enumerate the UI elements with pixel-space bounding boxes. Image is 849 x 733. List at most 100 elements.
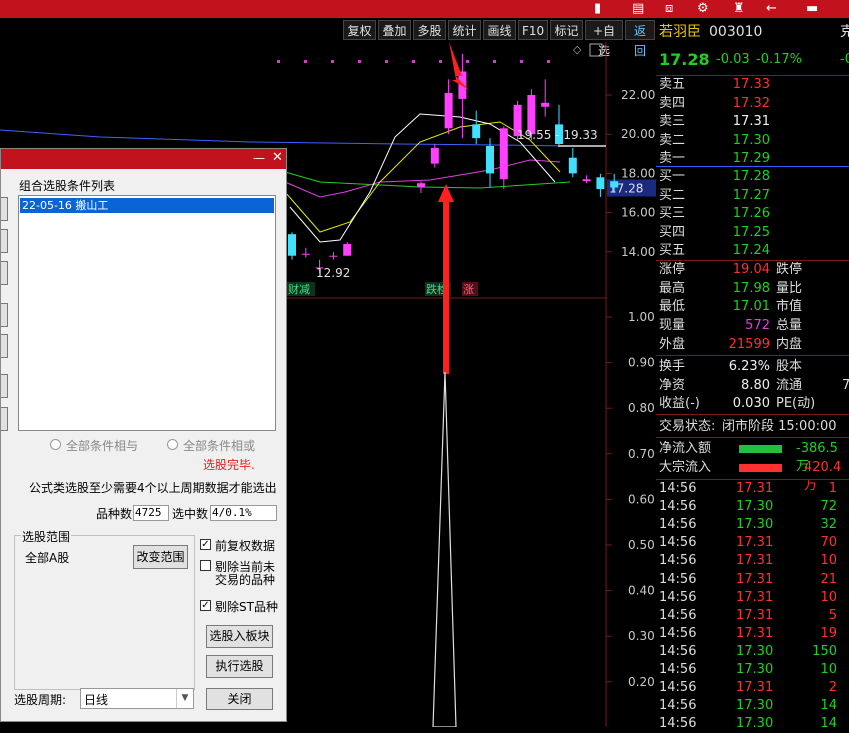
candle-body [582,179,591,182]
tick-price: 17.31 [736,553,774,569]
bid-label: 买二 [659,187,686,203]
side-button[interactable] [1,261,8,285]
chevron-down-icon[interactable]: ▼ [176,689,193,708]
tick-row: 14:56 17.31 19 [656,625,849,643]
condition-list[interactable]: 22-05-16 搬山工 [18,195,276,431]
restore-data-label: 前复权数据 [215,539,276,553]
net-inflow-bar [739,445,782,453]
stat-label-2: 内盘 [776,336,803,352]
side-button[interactable] [1,229,8,253]
toolbar-restore-button[interactable]: 复权 [343,20,376,40]
gear-icon[interactable]: ⚙ [697,1,709,17]
change-range-button[interactable]: 改变范围 [133,545,188,569]
tick-price: 17.31 [736,535,774,551]
side-button[interactable] [1,407,8,431]
trade-status-label: 交易状态: [659,419,716,434]
tick-time: 14:56 [659,481,697,496]
candle-body [288,234,296,256]
stat-label-2: 总量 [776,318,803,334]
exclude-untraded-label-2: 交易的品种 [215,573,276,587]
toolbar-add-favorite-button[interactable]: +自选 [585,20,623,58]
volume-tick-label: 0.40 [628,584,655,598]
zoom-box-icon[interactable] [589,43,603,57]
tick-row: 14:56 17.31 10 [656,589,849,607]
run-selection-label: 执行选股 [215,659,264,673]
ask-price: 17.33 [732,77,770,92]
tick-time: 14:56 [659,607,697,623]
minimize-icon[interactable]: ▬ [806,1,818,17]
dialog-title-bar[interactable]: — ✕ [1,149,286,169]
candle-body [417,183,425,188]
signal-dot [412,60,415,63]
radio-all-or[interactable] [167,439,178,450]
tick-volume: 21 [820,571,837,587]
stat-label: 现量 [659,318,686,334]
toolbar-mark-button[interactable]: 标记 [550,20,583,40]
close-icon[interactable]: ✕ [272,150,283,165]
tick-volume: 2 [828,680,837,696]
low-annotation: 12.92 [316,266,350,280]
stock-selector-dialog: — ✕ 组合选股条件列表 22-05-16 搬山工 全部条件相与 全部条件相或 … [0,148,287,722]
shirt-icon[interactable]: ♜ [733,1,745,17]
count-value: 4725 [135,506,162,519]
tick-volume: 150 [812,643,837,659]
tick-price: 17.30 [736,517,774,533]
toolbar-draw-button[interactable]: 画线 [483,20,516,40]
block-inflow-row: 大宗流入 420.4万 [656,459,849,493]
signal-dot [493,60,496,63]
tick-time: 14:56 [659,643,697,659]
volume-tick-label: 0.30 [628,629,655,643]
exclude-untraded-checkbox[interactable] [200,560,211,571]
side-button[interactable] [1,303,8,327]
f10-doc-icon[interactable]: ▤ [632,1,644,17]
ask-label: 卖三 [659,114,686,129]
radio-all-or-label: 全部条件相或 [183,439,256,453]
selected-field: 4/0.1% [210,505,277,521]
period-select[interactable]: 日线 ▼ [80,688,194,709]
restore-data-checkbox[interactable]: ✓ [200,539,211,550]
side-button[interactable] [1,374,8,398]
chart-toolbar: 复权 叠加 多股 统计 画线 F10 标记 +自选 返回 [0,18,656,58]
radio-all-and[interactable] [50,439,61,450]
divider [656,414,849,415]
change-range-label: 改变范围 [136,550,185,564]
side-button[interactable] [1,197,8,221]
stat-row: 换手 6.23% 股本 [656,358,849,376]
stat-label: 最低 [659,299,686,315]
stat-value: 6.23% [728,359,770,374]
back-arrow-icon[interactable]: ← [766,1,777,17]
tick-row: 14:56 17.31 21 [656,571,849,589]
exclude-st-checkbox[interactable]: ✓ [200,600,211,611]
toolbar-back-button[interactable]: 返回 [625,20,655,58]
tick-time: 14:56 [659,553,697,569]
title-bar: ▮ ▤ ⧈ ⚙ ♜ ← ▬ [0,0,849,18]
bid-row: 买四 17.25 [656,224,849,242]
network-icon[interactable]: ⧈ [665,1,673,17]
window-icon[interactable]: ▮ [594,1,601,17]
condition-list-item[interactable]: 22-05-16 搬山工 [20,198,274,213]
add-to-block-button[interactable]: 选股入板块 [206,625,273,648]
stat-label: 外盘 [659,336,686,352]
toolbar-multi-stock-button[interactable]: 多股 [413,20,446,40]
bid-price: 17.24 [732,243,770,258]
tick-row: 14:56 17.31 1 [656,480,849,498]
tick-price: 17.30 [736,716,774,732]
stat-value: 8.80 [741,377,770,393]
stat-label: 净资 [659,377,686,393]
side-button[interactable] [1,334,8,358]
toolbar-f10-button[interactable]: F10 [518,20,548,40]
status-text: 选股完毕. [203,458,255,472]
close-button[interactable]: 关闭 [206,688,273,710]
toolbar-stats-button[interactable]: 统计 [448,20,481,40]
diamond-icon[interactable]: ◇ [573,43,582,56]
tick-volume: 32 [820,517,837,533]
net-inflow-label: 净流入额 [659,441,712,456]
stat-label-2: 股本 [776,359,803,374]
run-selection-button[interactable]: 执行选股 [206,655,273,678]
toolbar-overlay-button[interactable]: 叠加 [378,20,411,40]
tick-row: 14:56 17.31 5 [656,607,849,625]
ask-row: 卖五 17.33 [656,76,849,94]
tick-row: 14:56 17.31 70 [656,534,849,552]
ask-label: 卖二 [659,132,686,148]
minimize-icon[interactable]: — [253,151,265,165]
